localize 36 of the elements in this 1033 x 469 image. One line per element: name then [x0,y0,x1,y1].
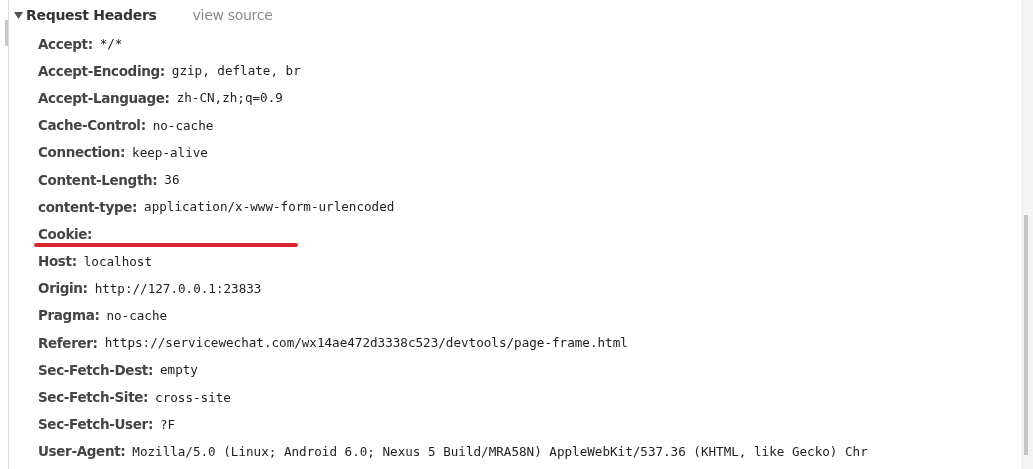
header-name: Cookie: [38,225,93,242]
header-value: keep-alive [132,144,208,160]
header-name: Accept: [38,35,93,52]
header-value: cross-site [155,389,231,405]
header-name: Content-Length: [38,171,158,188]
header-value: localhost [83,253,152,269]
header-name: Sec-Fetch-User: [38,416,153,433]
header-name: Accept-Language: [38,89,170,106]
header-name: User-Agent: [38,443,126,460]
header-name: Sec-Fetch-Site: [38,389,149,406]
section-title: Request Headers [26,7,157,23]
header-value: https://servicewechat.com/wx14ae472d3338c523/devtools/page-frame.html [104,335,628,351]
header-name: Sec-Fetch-Dest: [38,361,153,378]
header-name: Cache-Control: [38,117,146,134]
header-name: Host: [38,253,77,270]
gutter-marker [5,20,8,46]
header-value: */* [99,36,123,52]
header-value: http://127.0.0.1:23833 [94,280,262,296]
header-value: empty [160,362,198,378]
header-name: Connection: [38,144,126,161]
header-value: Mozilla/5.0 (Linux; Android 6.0; Nexus 5 Build/MRA58N) AppleWebKit/537.36 (KHTML, like Gecko) Chr [132,443,868,459]
scrollbar[interactable] [1021,0,1033,469]
view-source-link[interactable]: view source [192,7,273,23]
header-value: 36 [164,172,180,188]
expand-triangle-icon[interactable] [14,11,23,19]
header-name: Accept-Encoding: [38,62,165,79]
header-value: gzip, deflate, br [171,63,301,79]
header-name: Pragma: [38,307,100,324]
header-value: no-cache [106,307,168,323]
header-value: ?F [159,416,176,432]
header-name: Origin: [38,280,88,297]
header-value: zh-CN,zh;q=0.9 [176,90,283,106]
header-value: application/x-www-form-urlencoded [144,199,395,215]
header-value: no-cache [152,117,214,133]
header-name: Referer: [38,334,98,351]
header-name: content-type: [38,198,138,215]
